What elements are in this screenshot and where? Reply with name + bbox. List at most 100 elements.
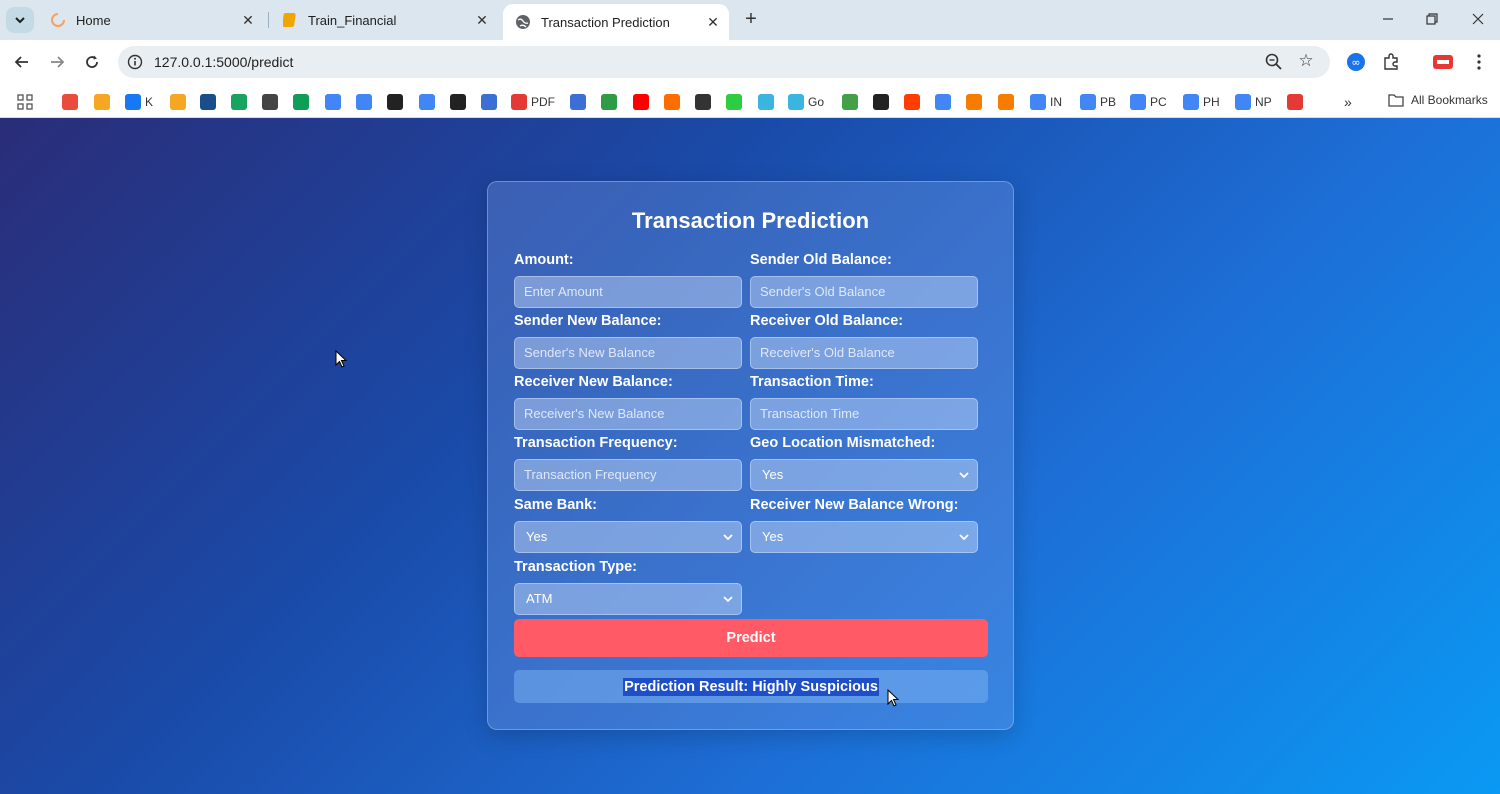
bookmark-label: K (145, 95, 154, 109)
sender-new-balance-field-group: Sender New Balance: Sender's New Balance (514, 312, 742, 369)
transaction-frequency-field-group: Transaction Frequency: Transaction Frequ… (514, 434, 742, 491)
apps-grid-icon[interactable] (17, 93, 33, 111)
google-icon (356, 94, 372, 110)
zoom-icon[interactable] (1264, 52, 1284, 72)
bookmark-item[interactable] (726, 93, 742, 111)
bookmark-item[interactable] (419, 93, 435, 111)
transaction-time-input[interactable]: Transaction Time (750, 398, 978, 430)
bookmark-item[interactable] (356, 93, 372, 111)
page-background: Transaction Prediction Amount: Enter Amo… (0, 118, 1500, 794)
new-tab-button[interactable]: + (740, 9, 762, 31)
bookmark-item[interactable] (842, 93, 858, 111)
sender-new-balance-input[interactable]: Sender's New Balance (514, 337, 742, 369)
bookmark-item[interactable] (200, 93, 216, 111)
cp-icon (873, 94, 889, 110)
extension-infinity-icon[interactable]: ∞ (1345, 51, 1367, 73)
bookmark-item[interactable] (387, 93, 403, 111)
bookmark-item[interactable] (664, 93, 680, 111)
receiver-new-balance-input[interactable]: Receiver's New Balance (514, 398, 742, 430)
browser-toolbar: 127.0.0.1:5000/predict ☆ ∞ (0, 40, 1500, 84)
bookmark-item[interactable] (966, 93, 982, 111)
bookmark-star-icon[interactable]: ☆ (1296, 51, 1316, 71)
tab-transaction-prediction[interactable]: Transaction Prediction ✕ (503, 4, 729, 40)
facebook-icon (125, 94, 141, 110)
back-button[interactable] (10, 50, 34, 74)
address-bar[interactable]: 127.0.0.1:5000/predict ☆ (118, 46, 1330, 78)
bookmark-label: IN (1050, 95, 1062, 109)
bookmark-item[interactable]: Go (788, 93, 824, 111)
transaction-type-field-group: Transaction Type: ATM (514, 558, 742, 615)
bookmark-item[interactable] (633, 93, 649, 111)
bookmark-item[interactable]: IN (1030, 93, 1062, 111)
same-bank-select[interactable]: Yes (514, 521, 742, 553)
tab-train-financial[interactable]: Train_Financial ✕ (270, 4, 498, 36)
bookmark-item[interactable]: PH (1183, 93, 1220, 111)
tab-title: Train_Financial (308, 12, 397, 28)
geo-mismatch-select[interactable]: Yes (750, 459, 978, 491)
bookmark-item[interactable] (94, 93, 110, 111)
bookmark-item[interactable]: NP (1235, 93, 1272, 111)
all-bookmarks-label: All Bookmarks (1411, 93, 1488, 107)
transaction-frequency-input[interactable]: Transaction Frequency (514, 459, 742, 491)
bookmark-item[interactable] (601, 93, 617, 111)
bookmark-item[interactable] (904, 93, 920, 111)
amount-field-group: Amount: Enter Amount (514, 251, 742, 308)
bookmark-item[interactable] (935, 93, 951, 111)
bookmark-label: PB (1100, 95, 1117, 109)
restore-button[interactable] (1420, 8, 1444, 30)
sender-old-balance-input[interactable]: Sender's Old Balance (750, 276, 978, 308)
amount-input[interactable]: Enter Amount (514, 276, 742, 308)
github-icon (387, 94, 403, 110)
close-icon[interactable]: ✕ (703, 12, 723, 32)
reload-button[interactable] (80, 50, 104, 74)
close-window-button[interactable] (1466, 8, 1490, 30)
bookmark-item[interactable]: PB (1080, 93, 1116, 111)
bookmark-item[interactable] (450, 93, 466, 111)
flower-icon (998, 94, 1014, 110)
url-text[interactable]: 127.0.0.1:5000/predict (154, 54, 293, 70)
bookmark-item[interactable] (293, 93, 309, 111)
bookmark-item[interactable] (481, 93, 497, 111)
profile-avatar-icon[interactable] (1432, 51, 1454, 73)
tab-strip: Home ✕ Train_Financial ✕ Transaction Pre… (0, 0, 1500, 40)
minimize-icon (1383, 18, 1393, 20)
close-icon (1472, 13, 1484, 25)
minimize-button[interactable] (1376, 8, 1400, 30)
chevron-down-icon (959, 534, 969, 541)
bookmark-item[interactable] (695, 93, 711, 111)
bookmark-item[interactable] (231, 93, 247, 111)
more-bookmarks-chevron-icon[interactable]: » (1344, 93, 1352, 111)
forward-button[interactable] (45, 50, 69, 74)
receiver-old-balance-input[interactable]: Receiver's Old Balance (750, 337, 978, 369)
bookmark-item[interactable] (170, 93, 186, 111)
site-info-icon[interactable] (124, 51, 146, 73)
bookmark-item[interactable] (570, 93, 586, 111)
bookmark-item[interactable] (758, 93, 774, 111)
extensions-puzzle-icon[interactable] (1380, 51, 1402, 73)
sender-new-balance-label: Sender New Balance: (514, 313, 662, 329)
bookmark-item[interactable]: K (125, 93, 153, 111)
heart-icon (758, 94, 774, 110)
all-bookmarks-button[interactable]: All Bookmarks (1388, 93, 1488, 107)
bookmark-item[interactable] (262, 93, 278, 111)
bookmark-item[interactable] (1287, 93, 1303, 111)
bookmark-item[interactable]: PC (1130, 93, 1167, 111)
bookmarks-bar: K PDF Go IN PB PC PH NP » All Bookmarks (0, 84, 1500, 118)
receiver-new-balance-field-group: Receiver New Balance: Receiver's New Bal… (514, 373, 742, 430)
bookmark-item[interactable] (325, 93, 341, 111)
bookmark-item[interactable] (62, 93, 78, 111)
globe-icon (515, 14, 531, 30)
receiver-balance-wrong-select[interactable]: Yes (750, 521, 978, 553)
tab-home[interactable]: Home ✕ (38, 4, 264, 36)
transaction-type-select[interactable]: ATM (514, 583, 742, 615)
menu-kebab-icon[interactable] (1468, 51, 1490, 73)
bookmark-item[interactable] (998, 93, 1014, 111)
predict-button[interactable]: Predict (514, 619, 988, 657)
close-icon[interactable]: ✕ (472, 10, 492, 30)
bookmark-item[interactable] (873, 93, 889, 111)
bookmark-item[interactable]: PDF (511, 93, 555, 111)
google-icon (1235, 94, 1251, 110)
ieee-icon (200, 94, 216, 110)
close-icon[interactable]: ✕ (238, 10, 258, 30)
tab-search-button[interactable] (6, 7, 34, 33)
